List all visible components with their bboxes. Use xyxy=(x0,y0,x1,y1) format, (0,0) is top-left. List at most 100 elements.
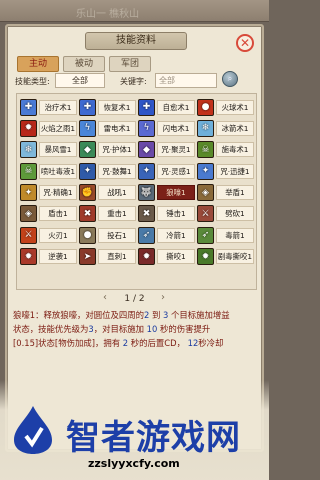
watermark-logo xyxy=(14,406,52,454)
skill-icon: ➶ xyxy=(138,226,155,244)
skill-icon: ✚ xyxy=(20,98,37,116)
close-icon[interactable]: ✕ xyxy=(236,34,254,52)
skill-type-select[interactable]: 全部 xyxy=(55,73,105,88)
skill-label: 闪电术1 xyxy=(157,120,195,136)
skill-icon: ✦ xyxy=(79,162,96,180)
skill-label: 咒·灵感1 xyxy=(157,163,195,179)
skill-label: 举盾1 xyxy=(216,185,254,201)
skill-icon: ✖ xyxy=(79,205,96,223)
skill-label: 火刃1 xyxy=(39,227,77,243)
desc-text: 秒冷却 xyxy=(198,338,224,348)
tab-passive[interactable]: 被动 xyxy=(63,56,105,72)
arrow-right-icon[interactable]: › xyxy=(161,292,165,303)
skill-label: 雷电术1 xyxy=(98,120,136,136)
skill-item[interactable]: ➤ 直刺1 xyxy=(79,247,138,267)
keyword-input[interactable]: 全部 xyxy=(155,73,217,88)
skill-item[interactable]: ❄ 暴风雪1 xyxy=(20,140,79,160)
skill-item[interactable]: ✚ 治疗术1 xyxy=(20,97,79,117)
skill-item[interactable]: ✹ 逆袭1 xyxy=(20,247,79,267)
top-bar-text: 乐山一 樵秋山 xyxy=(76,9,140,20)
panel-title: 技能资料 xyxy=(85,32,187,50)
skill-item[interactable]: ✖ 重击1 xyxy=(79,204,138,224)
skill-icon: ● xyxy=(197,98,214,116)
tab-active[interactable]: 主动 xyxy=(17,56,59,72)
skill-item[interactable]: ⚔ 劈砍1 xyxy=(197,204,256,224)
skill-label: 冰箭术1 xyxy=(216,120,254,136)
skill-item[interactable]: ◈ 举盾1 xyxy=(197,183,256,203)
desc-text: ，对目标施加 xyxy=(93,324,144,334)
skill-label: 撕咬1 xyxy=(157,249,195,265)
skill-icon: ◈ xyxy=(197,184,214,202)
skill-label: 冷箭1 xyxy=(157,227,195,243)
skill-item[interactable]: ➶ 毒箭1 xyxy=(197,225,256,245)
desc-skill-name: 狼嚎1 xyxy=(13,310,36,320)
skill-item[interactable]: ϟ 雷电术1 xyxy=(79,118,138,138)
skill-label: 恢复术1 xyxy=(98,99,136,115)
skill-item[interactable]: ◈ 盾击1 xyxy=(20,204,79,224)
tab-legion[interactable]: 军团 xyxy=(109,56,151,72)
skill-icon: ✦ xyxy=(138,162,155,180)
skill-item[interactable]: ✦ 咒·鼓舞1 xyxy=(79,161,138,181)
skill-item[interactable]: ✦ 咒·精确1 xyxy=(20,183,79,203)
skill-label: 劈砍1 xyxy=(216,206,254,222)
desc-text: 个目标施加增益 xyxy=(168,310,230,320)
skill-label: 剧毒撕咬1 xyxy=(216,249,254,265)
skill-icon: ✦ xyxy=(20,184,37,202)
skill-label: 自愈术1 xyxy=(157,99,195,115)
skill-label: 投石1 xyxy=(98,227,136,243)
skill-item[interactable]: ● 火球术1 xyxy=(197,97,256,117)
skill-item[interactable]: ϟ 闪电术1 xyxy=(138,118,197,138)
skill-icon: ✊ xyxy=(79,184,96,202)
skill-icon: ✚ xyxy=(138,98,155,116)
skill-item[interactable]: ✦ 咒·迅捷1 xyxy=(197,161,256,181)
skill-label: 火焰之雨1 xyxy=(39,120,77,136)
skill-label: 咒·迅捷1 xyxy=(216,163,254,179)
skill-item[interactable]: ✊ 战吼1 xyxy=(79,183,138,203)
skill-grid: ✚ 治疗术1 ✚ 恢复术1 ✚ 自愈术1 ● 火球术1 ✹ 火焰之雨1 ϟ 雷电术1 ϟ 闪电术1 ❄ 冰箭术… xyxy=(20,97,256,267)
top-bar: 乐山一 樵秋山 xyxy=(0,0,269,22)
skill-icon: ◈ xyxy=(20,205,37,223)
desc-text: 秒的伤害提升 xyxy=(157,324,211,334)
skill-item[interactable]: ☠ 喷吐毒液1 xyxy=(20,161,79,181)
skill-tabs: 主动 被动 军团 xyxy=(17,56,151,72)
skill-icon: ● xyxy=(79,226,96,244)
skill-icon: ✚ xyxy=(79,98,96,116)
desc-number: 10 xyxy=(146,324,158,334)
skill-icon: ◆ xyxy=(79,141,96,159)
skill-item[interactable]: ❄ 冰箭术1 xyxy=(197,118,256,138)
skill-item[interactable]: ✚ 恢复术1 xyxy=(79,97,138,117)
skill-icon: ☠ xyxy=(20,162,37,180)
desc-text: 状态，技能优先级为 xyxy=(13,324,89,334)
arrow-left-icon[interactable]: ‹ xyxy=(103,292,107,303)
skill-item[interactable]: ● 投石1 xyxy=(79,225,138,245)
skill-item[interactable]: ☠ 施毒术1 xyxy=(197,140,256,160)
skill-icon: ϟ xyxy=(79,119,96,137)
skill-item[interactable]: ✹ 火焰之雨1 xyxy=(20,118,79,138)
keyword-label: 关键字: xyxy=(120,77,147,86)
skill-item[interactable]: ✖ 锤击1 xyxy=(138,204,197,224)
skill-label: 直刺1 xyxy=(98,249,136,265)
skill-item[interactable]: ◆ 咒·护体1 xyxy=(79,140,138,160)
skill-item[interactable]: ⚔ 火刃1 xyxy=(20,225,79,245)
skill-item[interactable]: ✹ 撕咬1 xyxy=(138,247,197,267)
page-indicator: 1 / 2 xyxy=(124,294,145,304)
skill-label: 施毒术1 xyxy=(216,142,254,158)
skill-item[interactable]: ✦ 咒·灵感1 xyxy=(138,161,197,181)
desc-text: ：释放狼嚎，对圆位及四周的 xyxy=(35,310,144,320)
skill-icon: ϟ xyxy=(138,119,155,137)
skill-icon: ✹ xyxy=(20,119,37,137)
skill-icon: ✖ xyxy=(138,205,155,223)
skill-item[interactable]: ✹ 剧毒撕咬1 xyxy=(197,247,256,267)
skill-item[interactable]: ◆ 咒·聚灵1 xyxy=(138,140,197,160)
search-icon[interactable]: ⌕ xyxy=(222,71,238,87)
skill-item[interactable]: 🐺 狼嚎1 xyxy=(138,183,197,203)
skill-label: 火球术1 xyxy=(216,99,254,115)
skill-item[interactable]: ✚ 自愈术1 xyxy=(138,97,197,117)
skill-icon: ✹ xyxy=(20,248,37,266)
skill-item[interactable]: ➶ 冷箭1 xyxy=(138,225,197,245)
desc-number: 12 xyxy=(187,338,199,348)
skill-label: 咒·精确1 xyxy=(39,185,77,201)
skill-icon: ❄ xyxy=(20,141,37,159)
skill-icon: ⚔ xyxy=(20,226,37,244)
desc-text: 秒的后置CD， xyxy=(128,338,185,348)
